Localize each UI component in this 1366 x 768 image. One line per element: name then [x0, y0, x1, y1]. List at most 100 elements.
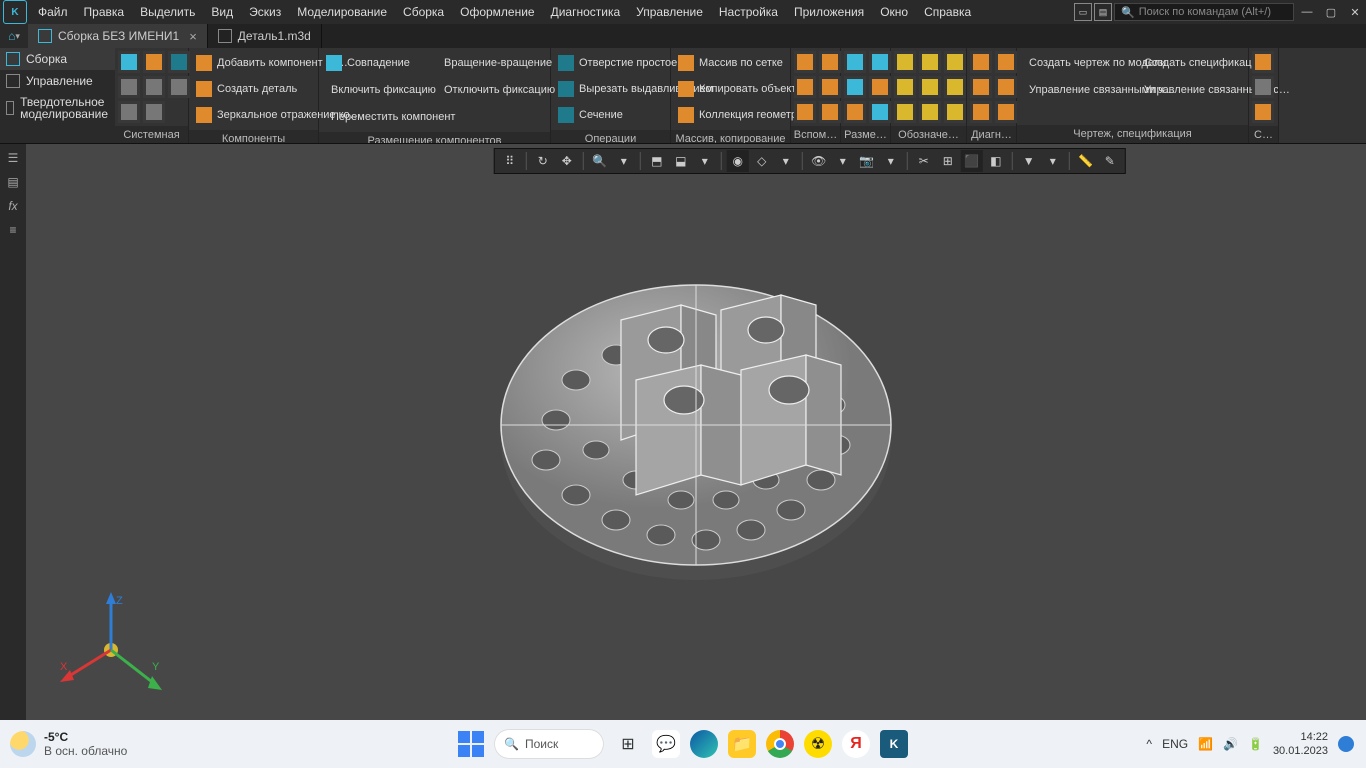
s-btn-3[interactable] — [1252, 101, 1274, 123]
menu-sketch[interactable]: Эскиз — [241, 5, 289, 19]
titlebar-icon-2[interactable]: ▤ — [1094, 3, 1112, 21]
language-indicator[interactable]: ENG — [1162, 737, 1188, 751]
diag-btn-2[interactable] — [995, 51, 1017, 73]
menu-control[interactable]: Управление — [628, 5, 711, 19]
vt-pick-icon[interactable]: ✎ — [1099, 150, 1121, 172]
command-search[interactable]: 🔍 Поиск по командам (Alt+/) — [1114, 3, 1294, 21]
vt-dd6[interactable]: ▾ — [1042, 150, 1064, 172]
manage-spec-button[interactable]: Управление связанными с… — [1135, 78, 1247, 102]
system-btn-8[interactable] — [143, 101, 165, 123]
dim-btn-3[interactable] — [844, 76, 866, 98]
copy-objects-button[interactable]: Копировать объекты — [674, 77, 808, 101]
lbl-btn-9[interactable] — [944, 101, 966, 123]
volume-icon[interactable]: 🔊 — [1223, 737, 1238, 751]
vt-tool3-icon[interactable]: ⬛ — [961, 150, 983, 172]
menu-file[interactable]: Файл — [30, 5, 76, 19]
hole-button[interactable]: Отверстие простое — [554, 51, 681, 75]
vt-dd2[interactable]: ▾ — [694, 150, 716, 172]
workspace-control[interactable]: Управление — [0, 70, 115, 92]
menu-assembly[interactable]: Сборка — [395, 5, 452, 19]
edge-icon[interactable] — [690, 730, 718, 758]
vt-view1-icon[interactable]: ⬒ — [646, 150, 668, 172]
vt-wireframe-icon[interactable]: ◇ — [751, 150, 773, 172]
coincidence-button[interactable]: Совпадение — [322, 51, 432, 75]
s-btn-1[interactable] — [1252, 51, 1274, 73]
properties-icon[interactable]: ▤ — [3, 172, 23, 192]
menu-settings[interactable]: Настройка — [711, 5, 786, 19]
system-btn-new[interactable] — [118, 51, 140, 73]
lbl-btn-5[interactable] — [919, 76, 941, 98]
menu-diagnostics[interactable]: Диагностика — [543, 5, 629, 19]
vt-zoom-icon[interactable]: 🔍 — [589, 150, 611, 172]
chrome-icon[interactable] — [766, 730, 794, 758]
start-button[interactable] — [458, 731, 484, 757]
home-tab[interactable]: ⌂▾ — [0, 24, 28, 48]
wifi-icon[interactable]: 📶 — [1198, 737, 1213, 751]
dim-btn-5[interactable] — [844, 101, 866, 123]
create-spec-button[interactable]: Создать спецификаци… — [1135, 51, 1247, 75]
vt-shaded-icon[interactable]: ◉ — [727, 150, 749, 172]
manage-linked-button[interactable]: Управление связанными ч… — [1020, 78, 1132, 102]
aux-btn-3[interactable] — [794, 76, 816, 98]
menu-window[interactable]: Окно — [872, 5, 916, 19]
explorer-icon[interactable]: 📁 — [728, 730, 756, 758]
titlebar-icon-1[interactable]: ▭ — [1074, 3, 1092, 21]
vt-filter-icon[interactable]: ▼ — [1018, 150, 1040, 172]
s-btn-2[interactable] — [1252, 76, 1274, 98]
window-minimize[interactable]: — — [1296, 3, 1318, 21]
disable-fix-button[interactable]: Отключить фиксацию — [435, 78, 545, 102]
window-close[interactable]: ✕ — [1344, 3, 1366, 21]
enable-fix-button[interactable]: Включить фиксацию — [322, 78, 432, 102]
battery-icon[interactable]: 🔋 — [1248, 737, 1263, 751]
lbl-btn-4[interactable] — [894, 76, 916, 98]
tree-icon[interactable]: ☰ — [3, 148, 23, 168]
rotation-button[interactable]: Вращение-вращение — [435, 51, 545, 75]
vt-camera-icon[interactable]: 📷 — [856, 150, 878, 172]
vt-dd5[interactable]: ▾ — [880, 150, 902, 172]
layers-icon[interactable]: ≡ — [3, 220, 23, 240]
aux-btn-5[interactable] — [794, 101, 816, 123]
menu-view[interactable]: Вид — [203, 5, 241, 19]
taskbar-search[interactable]: 🔍 Поиск — [494, 729, 604, 759]
vt-tool4-icon[interactable]: ◧ — [985, 150, 1007, 172]
menu-format[interactable]: Оформление — [452, 5, 542, 19]
aux-btn-4[interactable] — [819, 76, 841, 98]
system-btn-5[interactable] — [143, 76, 165, 98]
vt-dd3[interactable]: ▾ — [775, 150, 797, 172]
yandex-icon[interactable]: Я — [842, 730, 870, 758]
vt-orbit-icon[interactable]: ↻ — [532, 150, 554, 172]
system-btn-open[interactable] — [143, 51, 165, 73]
system-btn-6[interactable] — [168, 76, 190, 98]
tab-assembly[interactable]: Сборка БЕЗ ИМЕНИ1 × — [28, 24, 208, 48]
lbl-btn-6[interactable] — [944, 76, 966, 98]
aux-btn-6[interactable] — [819, 101, 841, 123]
system-btn-7[interactable] — [118, 101, 140, 123]
menu-modeling[interactable]: Моделирование — [289, 5, 395, 19]
vt-measure-icon[interactable]: 📏 — [1075, 150, 1097, 172]
menu-edit[interactable]: Правка — [76, 5, 133, 19]
vt-hide-icon[interactable]: 👁 — [808, 150, 830, 172]
system-btn-save[interactable] — [168, 51, 190, 73]
tray-chevron-icon[interactable]: ^ — [1146, 737, 1152, 751]
dim-btn-2[interactable] — [869, 51, 891, 73]
task-view-icon[interactable]: ⊞ — [614, 730, 642, 758]
weather-widget[interactable]: -5°C В осн. облачно — [0, 730, 137, 758]
3d-viewport[interactable]: ⠿ ↻ ✥ 🔍 ▾ ⬒ ⬓ ▾ ◉ ◇ ▾ 👁 ▾ 📷 ▾ ✂ ⊞ ⬛ ◧ — [26, 144, 1366, 720]
tab-close[interactable]: × — [189, 29, 197, 44]
chat-icon[interactable]: 💬 — [652, 730, 680, 758]
window-maximize[interactable]: ▢ — [1320, 3, 1342, 21]
diag-btn-1[interactable] — [970, 51, 992, 73]
dim-btn-6[interactable] — [869, 101, 891, 123]
vt-dd1[interactable]: ▾ — [613, 150, 635, 172]
move-component-button[interactable]: Переместить компонент — [322, 105, 432, 129]
vt-grid-icon[interactable]: ⠿ — [499, 150, 521, 172]
axis-triad[interactable]: Z X Y — [56, 590, 166, 700]
lbl-btn-3[interactable] — [944, 51, 966, 73]
menu-apps[interactable]: Приложения — [786, 5, 872, 19]
diag-btn-4[interactable] — [995, 76, 1017, 98]
workspace-solid[interactable]: Твердотельное моделирование — [0, 92, 115, 124]
diag-btn-3[interactable] — [970, 76, 992, 98]
diag-btn-6[interactable] — [995, 101, 1017, 123]
vt-view2-icon[interactable]: ⬓ — [670, 150, 692, 172]
diag-btn-5[interactable] — [970, 101, 992, 123]
